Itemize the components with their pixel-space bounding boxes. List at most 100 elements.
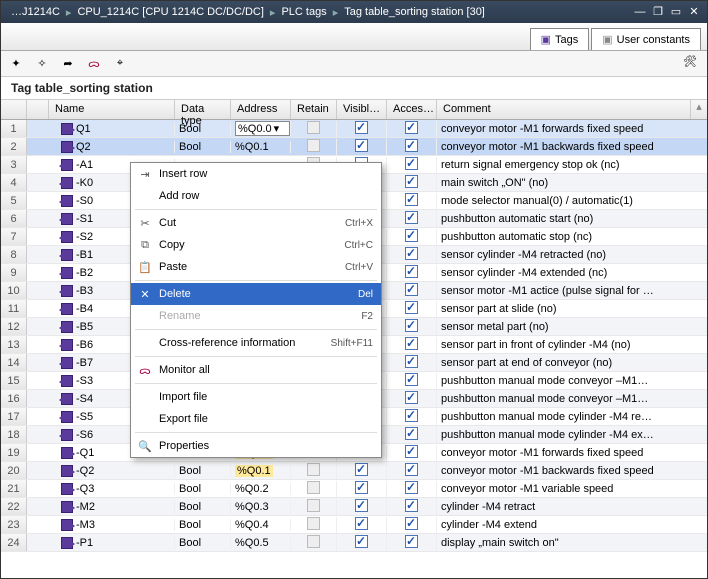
- cell-name[interactable]: -Q2: [49, 465, 175, 477]
- col-name[interactable]: Name: [49, 100, 175, 119]
- ctx-monitor-all[interactable]: ᯅMonitor all: [131, 359, 381, 381]
- cell-visible[interactable]: [337, 535, 387, 551]
- tab-tags[interactable]: ▣Tags: [530, 28, 590, 50]
- row-number[interactable]: 13: [1, 336, 27, 353]
- access-checkbox[interactable]: [405, 535, 418, 548]
- cell-comment[interactable]: sensor part at slide (no): [437, 303, 707, 315]
- ctx-delete[interactable]: ✕DeleteDel: [131, 283, 381, 305]
- cell-access[interactable]: [387, 499, 437, 515]
- table-row[interactable]: 21-Q3Bool%Q0.2conveyor motor -M1 variabl…: [1, 480, 707, 498]
- cell-comment[interactable]: sensor part at end of conveyor (no): [437, 357, 707, 369]
- cell-comment[interactable]: sensor cylinder -M4 extended (nc): [437, 267, 707, 279]
- cell-comment[interactable]: sensor motor -M1 actice (pulse signal fo…: [437, 285, 707, 297]
- cell-visible[interactable]: [337, 499, 387, 515]
- access-checkbox[interactable]: [405, 265, 418, 278]
- cell-comment[interactable]: pushbutton manual mode conveyor –M1…: [437, 393, 707, 405]
- table-row[interactable]: 2Q2Bool%Q0.1conveyor motor -M1 backwards…: [1, 138, 707, 156]
- cell-access[interactable]: [387, 247, 437, 263]
- cell-access[interactable]: [387, 139, 437, 155]
- access-checkbox[interactable]: [405, 337, 418, 350]
- col-comment[interactable]: Comment: [437, 100, 691, 119]
- access-checkbox[interactable]: [405, 175, 418, 188]
- ctx-import-file[interactable]: Import file: [131, 386, 381, 408]
- table-row[interactable]: 1Q1Bool%Q0.0 ▾conveyor motor -M1 forward…: [1, 120, 707, 138]
- row-number[interactable]: 6: [1, 210, 27, 227]
- cell-comment[interactable]: cylinder -M4 extend: [437, 519, 707, 531]
- access-checkbox[interactable]: [405, 373, 418, 386]
- col-retain[interactable]: Retain: [291, 100, 337, 119]
- tool-export-icon[interactable]: ➦: [59, 55, 77, 73]
- access-checkbox[interactable]: [405, 301, 418, 314]
- access-checkbox[interactable]: [405, 121, 418, 134]
- row-number[interactable]: 15: [1, 372, 27, 389]
- access-checkbox[interactable]: [405, 445, 418, 458]
- address-cell-editor[interactable]: %Q0.0 ▾: [235, 121, 290, 136]
- window-restore-icon[interactable]: ❐: [649, 4, 667, 20]
- row-number[interactable]: 11: [1, 300, 27, 317]
- cell-access[interactable]: [387, 445, 437, 461]
- breadcrumb-3[interactable]: PLC tags: [275, 6, 332, 18]
- cell-comment[interactable]: pushbutton manual mode conveyor –M1…: [437, 375, 707, 387]
- cell-comment[interactable]: mode selector manual(0) / automatic(1): [437, 195, 707, 207]
- cell-access[interactable]: [387, 391, 437, 407]
- col-visible[interactable]: Visibl…: [337, 100, 387, 119]
- visible-checkbox[interactable]: [355, 535, 368, 548]
- ctx-xref[interactable]: Cross-reference informationShift+F11: [131, 332, 381, 354]
- cell-address[interactable]: %Q0.3: [231, 501, 291, 513]
- access-checkbox[interactable]: [405, 157, 418, 170]
- cell-comment[interactable]: display „main switch on": [437, 537, 707, 549]
- cell-visible[interactable]: [337, 517, 387, 533]
- tab-user-constants[interactable]: ▣User constants: [591, 28, 701, 50]
- row-number[interactable]: 14: [1, 354, 27, 371]
- cell-comment[interactable]: pushbutton manual mode cylinder -M4 ex…: [437, 429, 707, 441]
- cell-access[interactable]: [387, 157, 437, 173]
- cell-comment[interactable]: sensor part in front of cylinder -M4 (no…: [437, 339, 707, 351]
- row-number[interactable]: 19: [1, 444, 27, 461]
- cell-access[interactable]: [387, 355, 437, 371]
- access-checkbox[interactable]: [405, 247, 418, 260]
- cell-comment[interactable]: conveyor motor -M1 backwards fixed speed: [437, 141, 707, 153]
- breadcrumb-1[interactable]: …J1214C: [5, 6, 66, 18]
- cell-access[interactable]: [387, 211, 437, 227]
- row-number[interactable]: 12: [1, 318, 27, 335]
- col-rownum[interactable]: [1, 100, 27, 119]
- access-checkbox[interactable]: [405, 517, 418, 530]
- cell-datatype[interactable]: Bool: [175, 141, 231, 153]
- cell-comment[interactable]: conveyor motor -M1 forwards fixed speed: [437, 447, 707, 459]
- visible-checkbox[interactable]: [355, 139, 368, 152]
- cell-address[interactable]: %Q0.5: [231, 537, 291, 549]
- cell-access[interactable]: [387, 517, 437, 533]
- col-marker[interactable]: [27, 100, 49, 119]
- table-row[interactable]: 24-P1Bool%Q0.5display „main switch on": [1, 534, 707, 552]
- col-access[interactable]: Acces…: [387, 100, 437, 119]
- cell-access[interactable]: [387, 283, 437, 299]
- table-row[interactable]: 20-Q2Bool%Q0.1conveyor motor -M1 backwar…: [1, 462, 707, 480]
- row-number[interactable]: 7: [1, 228, 27, 245]
- cell-visible[interactable]: [337, 481, 387, 497]
- breadcrumb-2[interactable]: CPU_1214C [CPU 1214C DC/DC/DC]: [71, 6, 269, 18]
- cell-comment[interactable]: conveyor motor -M1 backwards fixed speed: [437, 465, 707, 477]
- row-number[interactable]: 9: [1, 264, 27, 281]
- ctx-cut[interactable]: ✂CutCtrl+X: [131, 212, 381, 234]
- cell-access[interactable]: [387, 265, 437, 281]
- cell-address[interactable]: %Q0.2: [231, 483, 291, 495]
- window-max-icon[interactable]: ▭: [667, 4, 685, 20]
- cell-access[interactable]: [387, 193, 437, 209]
- cell-access[interactable]: [387, 337, 437, 353]
- breadcrumb-4[interactable]: Tag table_sorting station [30]: [338, 6, 491, 18]
- cell-access[interactable]: [387, 535, 437, 551]
- col-type[interactable]: Data type: [175, 100, 231, 119]
- tool-filter-icon[interactable]: ⌖: [111, 55, 129, 73]
- cell-address[interactable]: %Q0.1: [231, 141, 291, 153]
- access-checkbox[interactable]: [405, 463, 418, 476]
- ctx-export-file[interactable]: Export file: [131, 408, 381, 430]
- cell-visible[interactable]: [337, 463, 387, 479]
- visible-checkbox[interactable]: [355, 499, 368, 512]
- access-checkbox[interactable]: [405, 283, 418, 296]
- row-number[interactable]: 24: [1, 534, 27, 551]
- cell-comment[interactable]: conveyor motor -M1 variable speed: [437, 483, 707, 495]
- cell-datatype[interactable]: Bool: [175, 537, 231, 549]
- row-number[interactable]: 3: [1, 156, 27, 173]
- access-checkbox[interactable]: [405, 355, 418, 368]
- cell-datatype[interactable]: Bool: [175, 519, 231, 531]
